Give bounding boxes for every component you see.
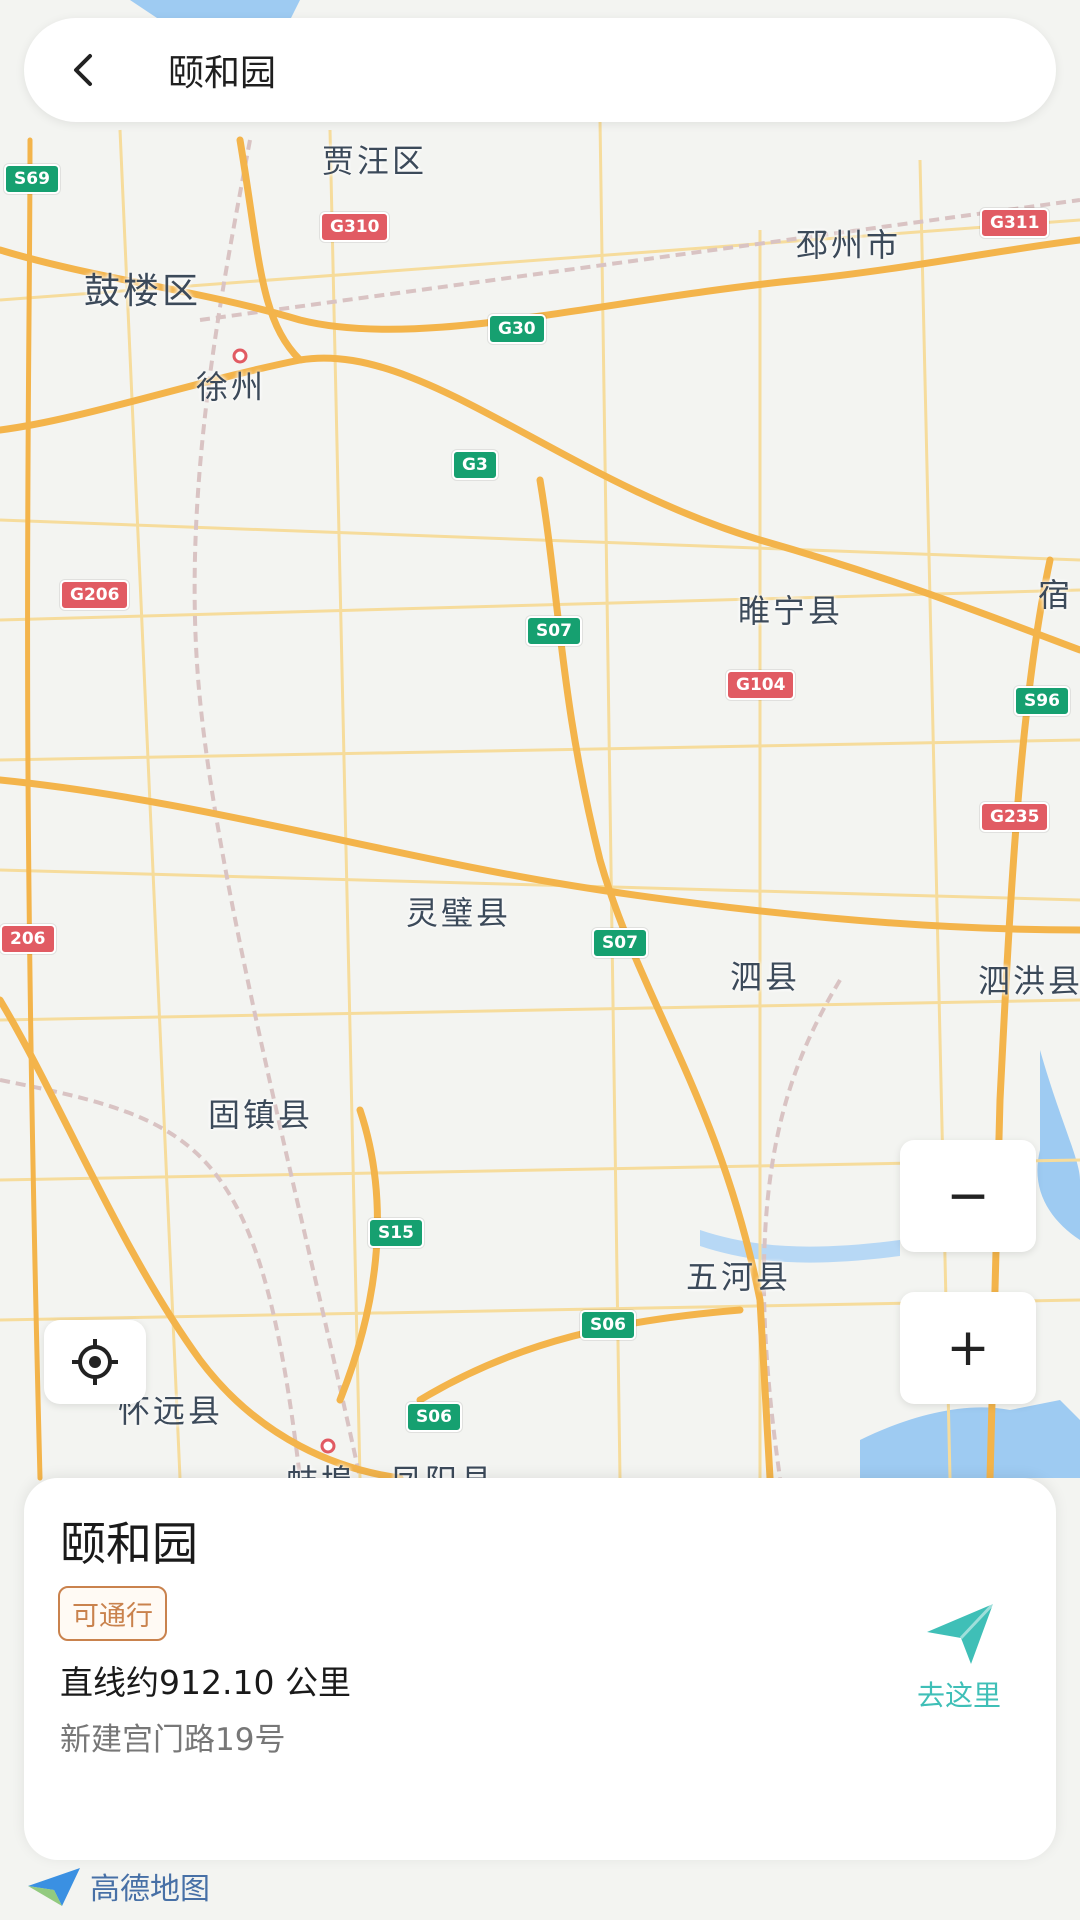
highway-shield: G311: [980, 208, 1050, 238]
place-label: 贾汪区: [322, 142, 428, 180]
page-title: 颐和园: [168, 53, 277, 94]
place-label: 灵璧县: [406, 894, 512, 932]
highway-shield: G104: [726, 670, 796, 700]
highway-shield: S15: [368, 1218, 424, 1248]
place-label: 徐州: [196, 368, 267, 406]
plus-icon: +: [946, 1318, 990, 1378]
highway-shield: G3: [452, 450, 498, 480]
navigate-button[interactable]: 去这里: [884, 1598, 1034, 1748]
back-arrow-icon: [74, 54, 92, 86]
place-label: 鼓楼区: [84, 271, 202, 312]
locate-crosshair-icon: [72, 1339, 118, 1385]
address-text: 新建宫门路19号: [60, 1722, 286, 1758]
back-button[interactable]: [24, 18, 144, 122]
place-label: 五河县: [686, 1258, 792, 1296]
place-label: 固镇县: [208, 1096, 314, 1134]
place-label: 泗洪县: [978, 962, 1080, 1000]
top-search-bar: 颐和园: [24, 18, 1056, 122]
highway-shield: S96: [1014, 686, 1070, 716]
amap-logo-icon: [28, 1868, 80, 1906]
locate-button[interactable]: [44, 1320, 146, 1404]
navigation-arrow-icon: [927, 1602, 995, 1664]
place-label: 邳州市: [796, 226, 902, 264]
zoom-in-button[interactable]: +: [900, 1292, 1036, 1404]
highway-shield: G30: [488, 314, 546, 344]
highway-shield: G206: [60, 580, 130, 610]
highway-shield: G310: [320, 212, 390, 242]
place-label: 宿: [1038, 576, 1074, 614]
navigate-label: 去这里: [916, 1679, 1001, 1712]
highway-shield: S07: [592, 928, 648, 958]
highway-shield: S06: [580, 1310, 636, 1340]
place-info-card: 颐和园 可通行 直线约912.10 公里 新建宫门路19号 去这里: [24, 1478, 1056, 1860]
highway-shield: S07: [526, 616, 582, 646]
highway-shield: S69: [4, 164, 60, 194]
app-root: 贾汪区 邳州市 鼓楼区 徐州 睢宁县 宿 灵璧县 泗县 泗洪县 固镇县 五河县 …: [0, 0, 1080, 1920]
highway-shield: S06: [406, 1402, 462, 1432]
highway-shield: G235: [980, 802, 1050, 832]
highway-shield: 206: [0, 924, 56, 954]
amap-logo: 高德地图: [26, 1864, 210, 1908]
place-label: 泗县: [730, 958, 801, 996]
place-label: 睢宁县: [738, 592, 844, 630]
logo-text: 高德地图: [90, 1872, 210, 1907]
status-badge: 可通行: [58, 1586, 167, 1641]
zoom-out-button[interactable]: −: [900, 1140, 1036, 1252]
place-name: 颐和园: [60, 1517, 198, 1571]
minus-icon: −: [946, 1166, 990, 1226]
distance-text: 直线约912.10 公里: [60, 1663, 351, 1702]
